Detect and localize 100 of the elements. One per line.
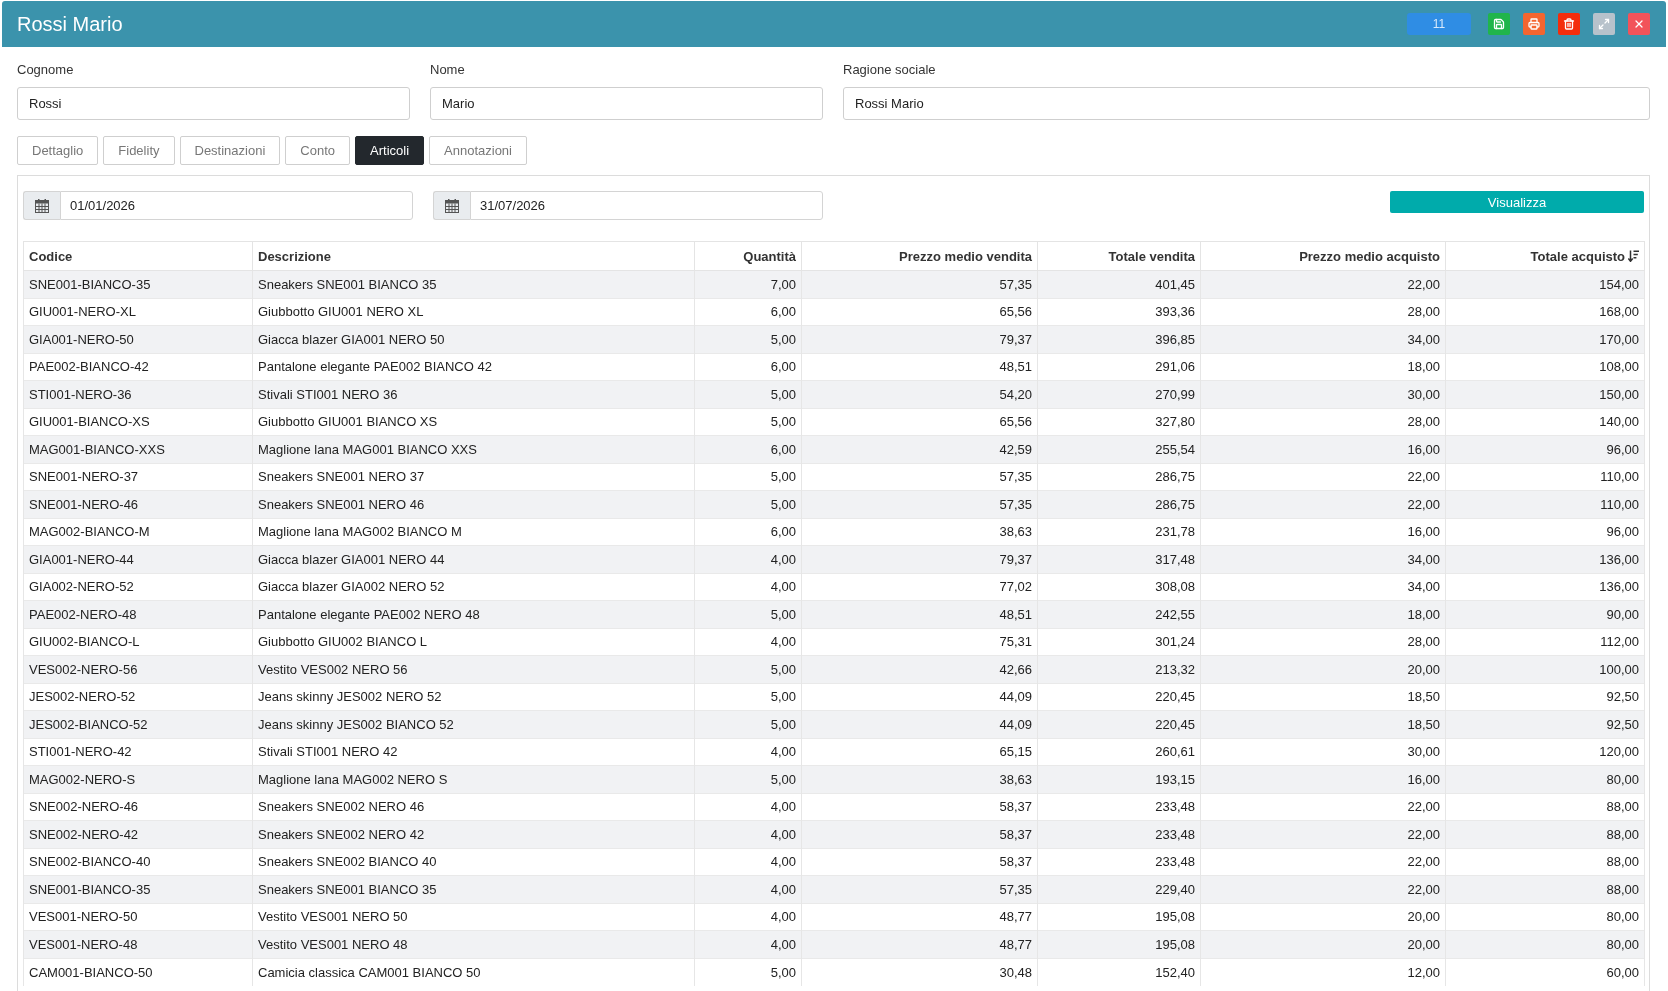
calendar-button[interactable] [23,191,60,220]
table-cell: PAE002-BIANCO-42 [23,353,253,381]
table-cell: 38,63 [801,765,1038,793]
table-cell: 5,00 [694,655,802,683]
column-header[interactable]: Quantità [694,241,802,271]
table-cell: CAM001-BIANCO-50 [23,958,253,986]
table-cell: 317,48 [1037,545,1201,573]
table-cell: SNE001-BIANCO-35 [23,270,253,298]
table-cell: 60,00 [1445,958,1645,986]
text-field[interactable]: Mario [430,87,823,120]
table-cell: 5,00 [694,683,802,711]
save-icon [1493,18,1505,30]
column-header[interactable]: Descrizione [252,241,695,271]
table-cell: PAE002-NERO-48 [23,600,253,628]
table-cell: 34,00 [1200,573,1446,601]
table-cell: 22,00 [1200,463,1446,491]
table-cell: 92,50 [1445,683,1645,711]
table-cell: GIU001-BIANCO-XS [23,408,253,436]
table-cell: VES002-NERO-56 [23,655,253,683]
table-cell: SNE001-NERO-37 [23,463,253,491]
table-cell: JES002-NERO-52 [23,683,253,711]
table-cell: 48,77 [801,903,1038,931]
column-header[interactable]: Codice [23,241,253,271]
date-field[interactable]: 01/01/2026 [60,191,413,220]
text-field[interactable]: Rossi [17,87,410,120]
table-cell: 54,20 [801,380,1038,408]
tab[interactable]: Dettaglio [17,136,99,165]
table-cell: Stivali STI001 NERO 36 [252,380,695,408]
print-button[interactable] [1523,13,1545,35]
table-cell: 22,00 [1200,490,1446,518]
table-cell: 136,00 [1445,573,1645,601]
table-cell: 18,00 [1200,353,1446,381]
table-cell: 44,09 [801,683,1038,711]
table-cell: 16,00 [1200,518,1446,546]
column-header[interactable]: Prezzo medio acquisto [1200,241,1446,271]
table-cell: Camicia classica CAM001 BIANCO 50 [252,958,695,986]
table-cell: 75,31 [801,628,1038,656]
table-cell: 65,56 [801,408,1038,436]
table-cell: 28,00 [1200,408,1446,436]
column-header[interactable]: Prezzo medio vendita [801,241,1038,271]
tab[interactable]: Conto [285,136,351,165]
delete-button[interactable] [1558,13,1580,35]
expand-button[interactable] [1593,13,1615,35]
table-cell: JES002-BIANCO-52 [23,710,253,738]
table-cell: 34,00 [1200,325,1446,353]
table-cell: Maglione lana MAG002 NERO S [252,765,695,793]
table-cell: Vestito VES001 NERO 50 [252,903,695,931]
calendar-icon [445,198,459,213]
table-cell: 5,00 [694,958,802,986]
table-cell: 34,00 [1200,545,1446,573]
tab[interactable]: Destinazioni [179,136,281,165]
table-cell: Sneakers SNE002 NERO 46 [252,793,695,821]
table-cell: 30,00 [1200,738,1446,766]
tab[interactable]: Articoli [355,136,425,165]
table-cell: 4,00 [694,573,802,601]
table-cell: Giubbotto GIU001 NERO XL [252,298,695,326]
table-cell: 301,24 [1037,628,1201,656]
table-cell: 112,00 [1445,628,1645,656]
table-cell: 58,37 [801,848,1038,876]
table-cell: 28,00 [1200,628,1446,656]
table-cell: 79,37 [801,325,1038,353]
table-cell: 110,00 [1445,490,1645,518]
table-cell: Giubbotto GIU001 BIANCO XS [252,408,695,436]
table-cell: 20,00 [1200,655,1446,683]
text-field[interactable]: Rossi Mario [843,87,1650,120]
close-button[interactable] [1628,13,1650,35]
table-cell: 88,00 [1445,820,1645,848]
table-cell: 308,08 [1037,573,1201,601]
table-cell: 58,37 [801,793,1038,821]
table-cell: 4,00 [694,628,802,656]
table-cell: GIA002-NERO-52 [23,573,253,601]
table-cell: SNE002-NERO-42 [23,820,253,848]
tab[interactable]: Fidelity [103,136,175,165]
date-field[interactable]: 31/07/2026 [470,191,823,220]
table-cell: 48,51 [801,353,1038,381]
table-cell: GIA001-NERO-44 [23,545,253,573]
table-cell: 4,00 [694,875,802,903]
tab[interactable]: Annotazioni [429,136,527,165]
table-cell: 79,37 [801,545,1038,573]
table-cell: 152,40 [1037,958,1201,986]
table-cell: Pantalone elegante PAE002 NERO 48 [252,600,695,628]
calendar-button[interactable] [433,191,470,220]
table-cell: 4,00 [694,903,802,931]
table-cell: 220,45 [1037,710,1201,738]
table-cell: 213,32 [1037,655,1201,683]
table-cell: 92,50 [1445,710,1645,738]
column-header[interactable]: Totale acquisto [1445,241,1645,271]
save-button[interactable] [1488,13,1510,35]
table-cell: 4,00 [694,545,802,573]
column-header[interactable]: Totale vendita [1037,241,1201,271]
table-cell: SNE002-NERO-46 [23,793,253,821]
table-cell: 18,50 [1200,683,1446,711]
table-cell: 291,06 [1037,353,1201,381]
table-cell: Sneakers SNE001 NERO 46 [252,490,695,518]
table-cell: 4,00 [694,848,802,876]
table-cell: 48,51 [801,600,1038,628]
table-cell: 108,00 [1445,353,1645,381]
table-cell: 110,00 [1445,463,1645,491]
table-cell: SNE002-BIANCO-40 [23,848,253,876]
table-cell: 18,00 [1200,600,1446,628]
